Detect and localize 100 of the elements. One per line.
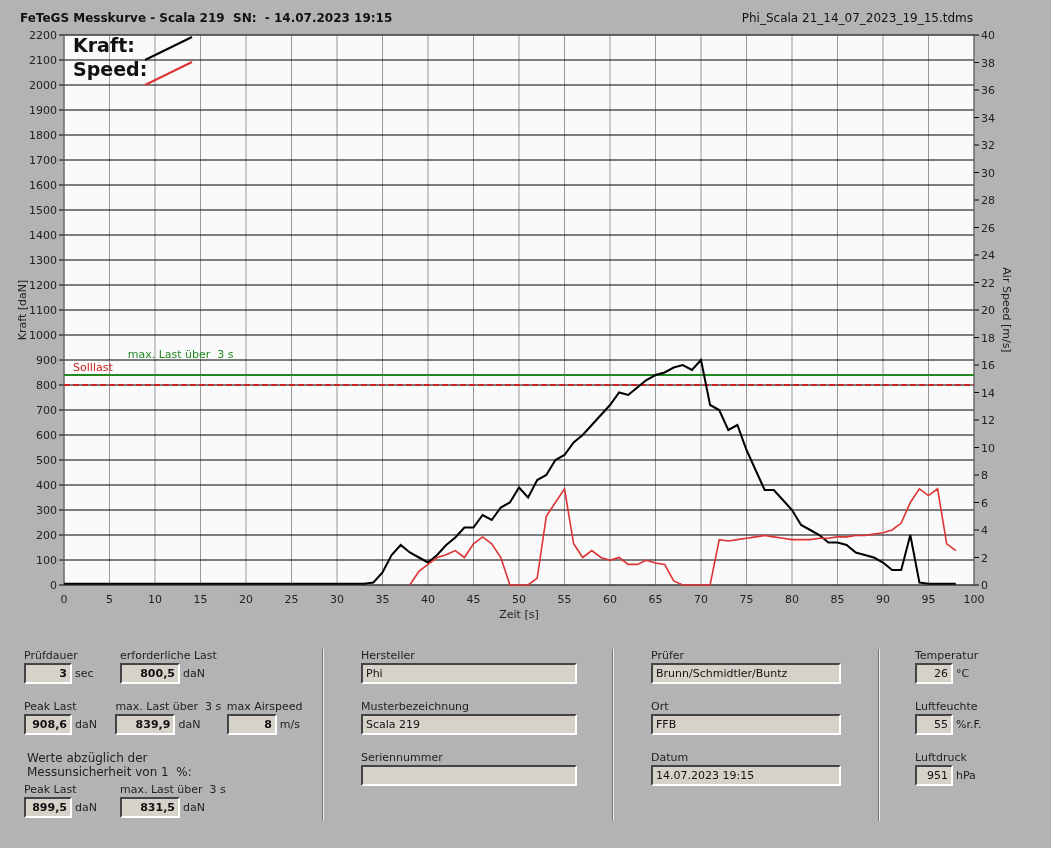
unit-label: hPa bbox=[956, 769, 976, 782]
x-tick-label: 25 bbox=[284, 593, 299, 606]
note-text: Werte abzüglich der Messunsicherheit von 1 %: bbox=[27, 751, 193, 779]
y-tick-label: 2000 bbox=[29, 79, 57, 92]
x-tick-label: 60 bbox=[603, 593, 617, 606]
field-label: Datum bbox=[651, 751, 690, 764]
field-label: erforderliche Last bbox=[120, 649, 218, 662]
x-tick-label: 50 bbox=[512, 593, 526, 606]
right-tick-label: 8 bbox=[981, 469, 988, 482]
field-label: max. Last über 3 s bbox=[115, 700, 223, 713]
right-tick-label: 38 bbox=[981, 56, 995, 70]
right-axis-label: Air Speed [m/s] bbox=[1000, 267, 1013, 353]
unit-label: daN bbox=[183, 667, 205, 680]
legend-label: Kraft: bbox=[73, 34, 135, 56]
y-tick-label: 700 bbox=[36, 404, 57, 417]
unit-label: daN bbox=[183, 801, 205, 814]
right-tick-label: 26 bbox=[981, 221, 995, 235]
value-field: 55 bbox=[915, 714, 953, 735]
field-label: max Airspeed bbox=[226, 700, 304, 713]
unit-label: sec bbox=[75, 667, 94, 680]
field-label: Peak Last bbox=[24, 700, 78, 713]
x-tick-label: 20 bbox=[239, 593, 253, 606]
y-tick-label: 1600 bbox=[29, 179, 57, 192]
field-label: Hersteller bbox=[361, 649, 416, 662]
field-label: Prüfer bbox=[651, 649, 686, 662]
right-tick-label: 18 bbox=[981, 331, 995, 345]
x-tick-label: 80 bbox=[785, 593, 799, 606]
unit-label: %r.F. bbox=[956, 718, 982, 731]
y-tick-label: 100 bbox=[36, 554, 57, 567]
value-field: 3 bbox=[24, 663, 72, 684]
right-tick-label: 10 bbox=[981, 441, 995, 455]
y-tick-label: 600 bbox=[36, 429, 57, 442]
y-tick-label: 1000 bbox=[29, 329, 57, 342]
field-label: Prüfdauer bbox=[24, 649, 79, 662]
value-field: 26 bbox=[915, 663, 953, 684]
field-label: Peak Last bbox=[24, 783, 78, 796]
value-field: 899,5 bbox=[24, 797, 72, 818]
y-tick-label: 1800 bbox=[29, 129, 57, 142]
field-label: max. Last über 3 s bbox=[120, 783, 227, 796]
x-tick-label: 45 bbox=[466, 593, 481, 606]
field-label: Luftfeuchte bbox=[915, 700, 979, 713]
x-tick-label: 35 bbox=[375, 593, 390, 606]
right-tick-label: 34 bbox=[981, 111, 995, 125]
y-tick-label: 1100 bbox=[29, 304, 57, 317]
y-tick-label: 1700 bbox=[29, 154, 57, 167]
y-tick-label: 300 bbox=[36, 504, 57, 517]
x-tick-label: 95 bbox=[921, 593, 936, 606]
y-tick-label: 2200 bbox=[29, 29, 57, 42]
right-tick-label: 14 bbox=[981, 386, 995, 400]
y-tick-label: 1300 bbox=[29, 254, 57, 267]
unit-label: daN bbox=[178, 718, 201, 731]
reference-label: Solllast bbox=[73, 361, 113, 374]
value-field: 831,5 bbox=[120, 797, 180, 818]
x-tick-label: 10 bbox=[148, 593, 162, 606]
right-tick-label: 30 bbox=[981, 166, 995, 180]
right-tick-label: 28 bbox=[981, 194, 995, 207]
x-tick-label: 30 bbox=[330, 593, 344, 606]
value-field: 800,5 bbox=[120, 663, 180, 684]
right-tick-label: 16 bbox=[981, 359, 995, 372]
field-label: Luftdruck bbox=[915, 751, 968, 764]
y-tick-label: 1500 bbox=[29, 204, 57, 217]
x-tick-label: 5 bbox=[106, 593, 113, 606]
right-tick-label: 36 bbox=[981, 84, 995, 97]
y-tick-label: 800 bbox=[36, 379, 57, 392]
right-tick-label: 40 bbox=[981, 29, 995, 42]
unit-label: daN bbox=[75, 718, 97, 731]
right-tick-label: 20 bbox=[981, 304, 995, 317]
window-title: FeTeGS Messkurve - Scala 219 SN: - 14.07.2023 19:15 bbox=[20, 11, 393, 25]
x-tick-label: 100 bbox=[963, 593, 985, 606]
unit-label: daN bbox=[75, 801, 97, 814]
y-tick-label: 0 bbox=[50, 579, 57, 592]
right-tick-label: 22 bbox=[981, 276, 995, 290]
field-label: Musterbezeichnung bbox=[361, 700, 471, 713]
x-tick-label: 90 bbox=[876, 593, 890, 606]
x-tick-label: 40 bbox=[421, 593, 435, 606]
unit-label: °C bbox=[956, 667, 970, 680]
y-tick-label: 2100 bbox=[29, 54, 57, 67]
x-tick-label: 0 bbox=[60, 593, 68, 606]
field-label: Temperatur bbox=[915, 649, 980, 662]
x-tick-label: 65 bbox=[648, 593, 663, 606]
x-tick-label: 85 bbox=[830, 593, 845, 606]
x-tick-label: 70 bbox=[694, 593, 708, 606]
value-field: 951 bbox=[915, 765, 953, 786]
right-tick-label: 6 bbox=[981, 496, 988, 510]
right-tick-label: 0 bbox=[981, 579, 988, 592]
x-tick-label: 55 bbox=[557, 593, 572, 606]
right-tick-label: 4 bbox=[981, 524, 988, 537]
y-tick-label: 900 bbox=[36, 354, 57, 367]
x-tick-label: 75 bbox=[739, 593, 754, 606]
reference-label: max. Last über 3 s bbox=[127, 348, 234, 361]
y-tick-label: 1900 bbox=[29, 104, 57, 117]
right-tick-label: 12 bbox=[981, 414, 995, 427]
y-tick-label: 1200 bbox=[29, 279, 57, 292]
legend-label: Speed: bbox=[73, 58, 148, 80]
value-field: 908,6 bbox=[24, 714, 72, 735]
legend-line bbox=[144, 61, 193, 86]
field-label: Ort bbox=[651, 700, 670, 713]
y-tick-label: 400 bbox=[36, 479, 57, 492]
x-axis-label: Zeit [s] bbox=[499, 608, 539, 621]
x-tick-label: 15 bbox=[193, 593, 208, 606]
